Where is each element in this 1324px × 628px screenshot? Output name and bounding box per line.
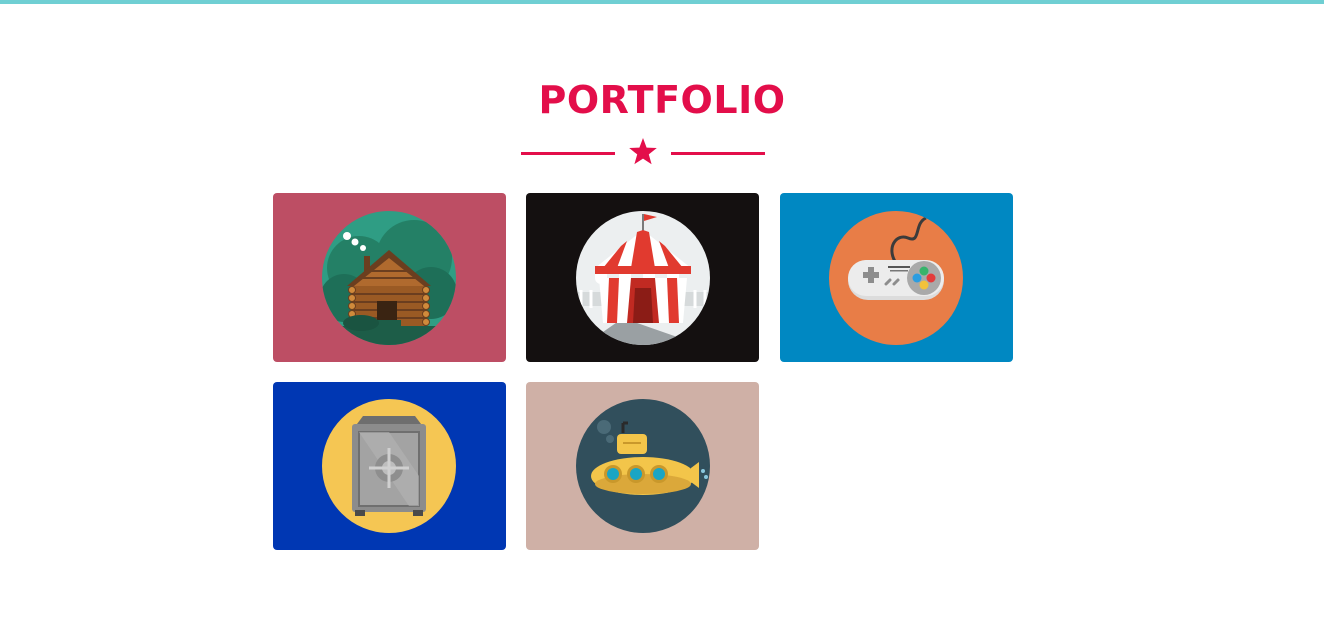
circus-tent-icon <box>576 211 710 345</box>
portfolio-item-safe[interactable] <box>273 382 506 550</box>
portfolio-item-controller[interactable] <box>780 193 1013 362</box>
portfolio-item-cabin[interactable] <box>273 193 506 362</box>
divider-line-left <box>521 152 615 155</box>
game-controller-icon <box>829 211 963 345</box>
safe-icon <box>322 399 456 533</box>
top-accent-bar <box>0 0 1324 4</box>
star-icon <box>629 138 657 165</box>
divider-line-right <box>671 152 765 155</box>
submarine-icon <box>576 399 710 533</box>
title-divider <box>521 137 765 167</box>
portfolio-item-submarine[interactable] <box>526 382 759 550</box>
portfolio-item-circus[interactable] <box>526 193 759 362</box>
log-cabin-icon <box>322 211 456 345</box>
section-title: PORTFOLIO <box>538 78 786 122</box>
